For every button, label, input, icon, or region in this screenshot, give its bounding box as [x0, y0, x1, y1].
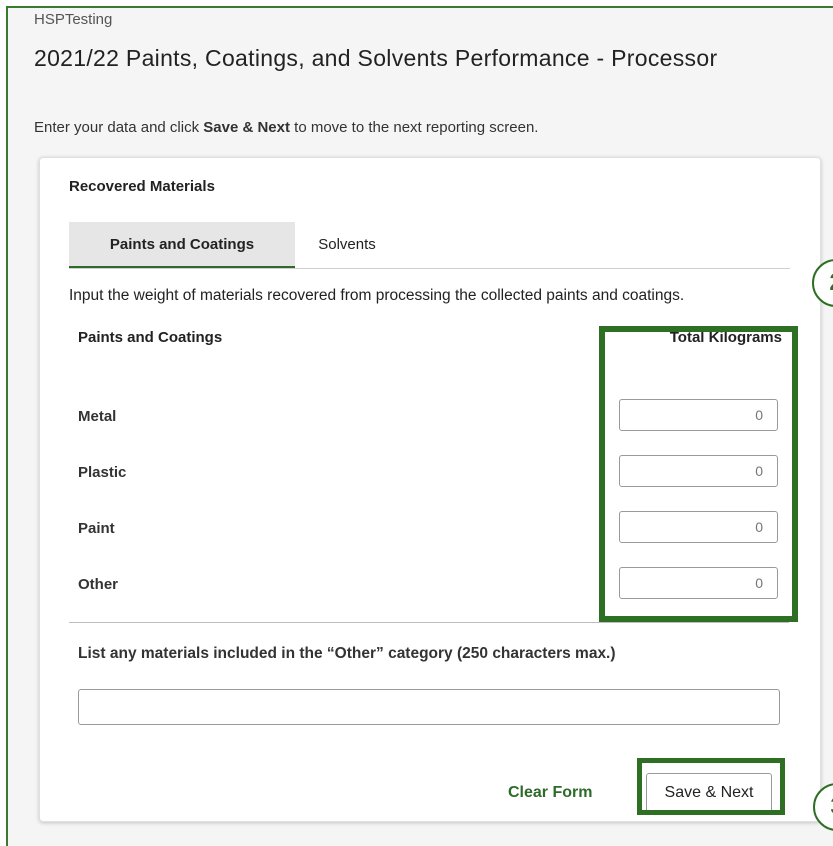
instructions-text: Input the weight of materials recovered … — [69, 287, 685, 304]
row-label-paint: Paint — [78, 520, 115, 537]
section-divider — [69, 622, 789, 623]
page-subtitle: Enter your data and click Save & Next to… — [34, 119, 538, 136]
row-label-other: Other — [78, 576, 119, 593]
form-card: Recovered Materials Paints and Coatings … — [39, 157, 821, 822]
save-and-next-button[interactable]: Save & Next — [646, 773, 772, 813]
metal-kilograms-input[interactable] — [619, 399, 778, 431]
column-header-total-kilograms: Total Kilograms — [669, 329, 782, 346]
paint-kilograms-input[interactable] — [619, 511, 778, 543]
page-title: 2021/22 Paints, Coatings, and Solvents P… — [34, 45, 718, 71]
subtitle-bold: Save & Next — [203, 119, 290, 136]
plastic-kilograms-input[interactable] — [619, 455, 778, 487]
clear-form-link[interactable]: Clear Form — [508, 784, 592, 802]
subtitle-prefix: Enter your data and click — [34, 119, 204, 136]
org-name: HSPTesting — [34, 11, 113, 28]
section-title: Recovered Materials — [69, 178, 215, 195]
tab-solvents[interactable]: Solvents — [295, 222, 399, 268]
row-label-metal: Metal — [78, 408, 117, 425]
row-label-plastic: Plastic — [78, 464, 127, 481]
other-materials-label: List any materials included in the “Othe… — [78, 645, 616, 662]
material-tabs: Paints and Coatings Solvents — [69, 222, 790, 269]
subtitle-suffix: to move to the next reporting screen. — [289, 119, 539, 136]
tab-paints-and-coatings[interactable]: Paints and Coatings — [69, 222, 295, 268]
other-materials-input[interactable] — [78, 689, 780, 725]
other-kilograms-input[interactable] — [619, 567, 778, 599]
column-header-material: Paints and Coatings — [78, 329, 223, 346]
